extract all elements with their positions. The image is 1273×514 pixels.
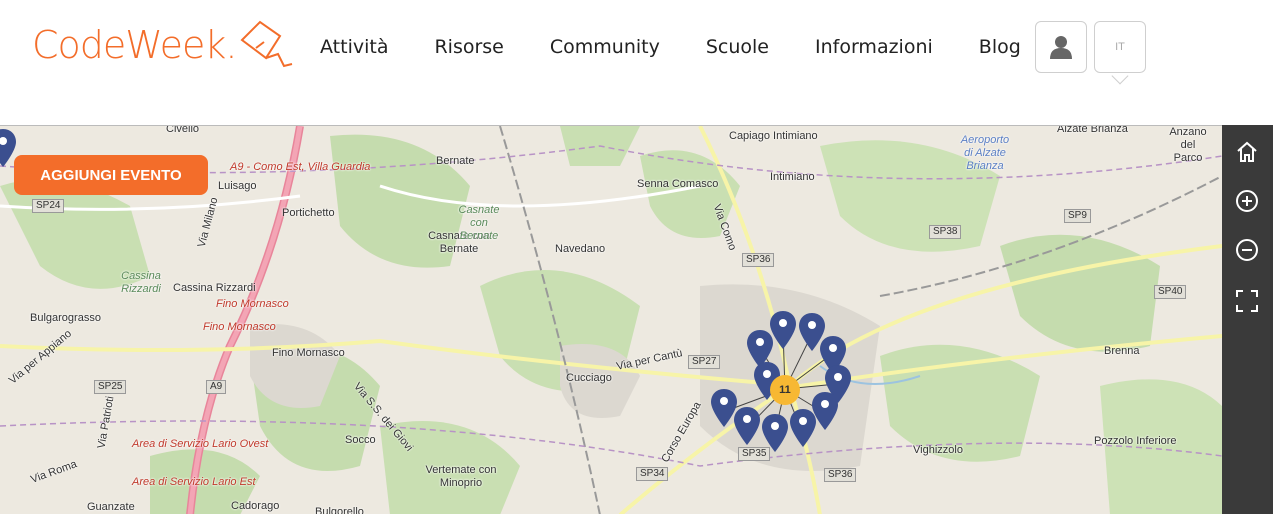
logo-mouse-icon [240,20,293,68]
event-marker[interactable] [770,311,796,349]
road-badge: SP38 [929,225,962,239]
place-label: Navedano [555,243,606,255]
user-icon [1050,36,1072,59]
main-nav: Attività Risorse Community Scuole Inform… [320,36,1067,58]
nav-item-blog[interactable]: Blog [979,36,1021,58]
place-label: Cadorago [231,500,280,512]
site-header: CodeWeek. Attività Risorse Community Scu… [0,0,1273,125]
place-label: Cucciago [566,372,612,384]
place-label: Capiago Intimiano [729,130,818,142]
road-badge: SP36 [824,468,857,482]
highway-label: Area di Servizio Lario Est [132,476,256,488]
place-label: Bulgorello [315,506,364,514]
place-label: Fino Mornasco [272,347,345,359]
zoom-out-icon[interactable] [1233,236,1261,264]
highway-label: Fino Mornasco [216,298,289,310]
fullscreen-icon[interactable] [1233,287,1261,315]
event-marker[interactable] [762,414,788,452]
nav-item-scuole[interactable]: Scuole [706,36,769,58]
place-label: Brenna [1104,345,1140,357]
place-label: Senna Comasco [637,178,719,190]
map-controls [1222,125,1273,514]
event-marker[interactable] [711,389,737,427]
road-badge: SP34 [636,467,669,481]
highway-label: A9 - Como Est, Villa Guardia [230,161,371,173]
road-badge: SP36 [742,253,775,267]
place-label: Cassina Rizzardi [173,282,256,294]
road-badge: SP27 [688,355,721,369]
road-badge: SP40 [1154,285,1187,299]
place-label: Luisago [218,180,257,192]
add-event-button[interactable]: AGGIUNGI EVENTO [14,155,208,195]
zoom-in-icon[interactable] [1233,187,1261,215]
nav-item-informazioni[interactable]: Informazioni [815,36,933,58]
place-label: Bernate [436,155,475,167]
road-badge: SP24 [32,199,65,213]
nav-item-community[interactable]: Community [550,36,660,58]
place-label: Civello [166,125,200,135]
road-badge: A9 [206,380,227,394]
logo-text: CodeWeek. [32,23,237,67]
home-icon[interactable] [1233,138,1261,166]
place-label: Socco [345,434,376,446]
highway-label: Fino Mornasco [203,321,276,333]
codeweek-logo[interactable]: CodeWeek. [32,18,300,72]
language-button[interactable]: IT [1094,21,1146,73]
place-label: Alzate Brianza [1057,125,1128,135]
nav-item-attivita[interactable]: Attività [320,36,388,58]
event-marker[interactable] [790,409,816,447]
event-marker[interactable] [734,407,760,445]
nav-item-risorse[interactable]: Risorse [434,36,503,58]
park-label: Casnate con Bernate [458,204,500,242]
airport-label: Aeroporto di Alzate Brianza [960,134,1010,172]
place-label: Anzano del Parco [1169,126,1207,164]
road-badge: SP9 [1064,209,1091,223]
place-label: Bulgarograsso [30,312,101,324]
events-map[interactable]: Capiago Intimiano Intimiano Senna Comasc… [0,125,1222,514]
place-label: Pozzolo Inferiore [1094,435,1177,447]
marker-cluster[interactable]: 11 [770,375,800,405]
place-label: Vighizzolo [913,444,963,456]
road-badge: SP25 [94,380,127,394]
place-label: Intimiano [770,171,815,183]
place-label: Guanzate [87,501,135,513]
place-label: Portichetto [282,207,335,219]
park-label: Cassina Rizzardi [121,270,161,295]
place-label: Vertemate con Minoprio [425,464,497,489]
user-account-button[interactable] [1035,21,1087,73]
highway-label: Area di Servizio Lario Ovest [132,438,269,450]
